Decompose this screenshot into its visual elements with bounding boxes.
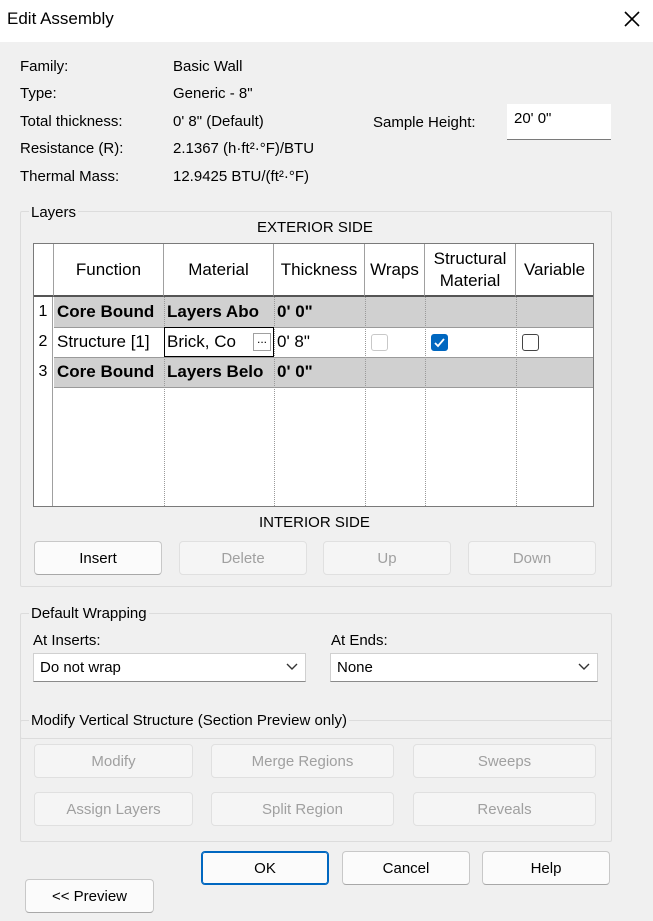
row-number[interactable]: 1	[34, 297, 53, 327]
at-ends-label: At Ends:	[331, 632, 388, 649]
row-2-function[interactable]: Structure [1]	[55, 327, 163, 357]
row-1-thickness[interactable]: 0' 0"	[275, 297, 364, 327]
grid-line	[365, 297, 366, 506]
close-icon[interactable]	[621, 8, 643, 30]
grid-line	[425, 297, 426, 506]
reveals-button[interactable]: Reveals	[413, 792, 596, 826]
thermal-mass-value: 12.9425 BTU/(ft²·°F)	[173, 168, 310, 185]
exterior-side-label: EXTERIOR SIDE	[257, 219, 373, 236]
type-label: Type:	[20, 85, 57, 102]
total-thickness-label: Total thickness:	[20, 113, 123, 130]
insert-button[interactable]: Insert	[34, 541, 162, 575]
vertical-structure-title: Modify Vertical Structure (Section Previ…	[29, 712, 349, 729]
col-header-wraps[interactable]: Wraps	[365, 244, 425, 297]
chevron-down-icon	[578, 663, 590, 670]
merge-regions-button[interactable]: Merge Regions	[211, 744, 394, 778]
down-button[interactable]: Down	[468, 541, 596, 575]
row-2-variable-checkbox[interactable]	[522, 334, 539, 351]
row-2-structural-checkbox[interactable]	[431, 334, 448, 351]
window-title: Edit Assembly	[7, 9, 114, 28]
row-number[interactable]: 3	[34, 357, 53, 387]
row-2-thickness[interactable]: 0' 8"	[275, 327, 364, 357]
family-label: Family:	[20, 58, 69, 75]
at-ends-value: None	[337, 659, 373, 676]
at-inserts-value: Do not wrap	[40, 659, 121, 676]
resistance-label: Resistance (R):	[20, 140, 124, 157]
sample-height-label: Sample Height:	[373, 114, 476, 131]
assign-layers-button[interactable]: Assign Layers	[34, 792, 193, 826]
dialog-body: Family: Basic Wall Type: Generic - 8" To…	[0, 42, 653, 921]
row-3-function[interactable]: Core Bound	[55, 357, 163, 387]
grid-corner	[34, 244, 54, 297]
row-2-material: Brick, Co	[167, 332, 236, 351]
delete-button[interactable]: Delete	[179, 541, 307, 575]
checkmark-icon	[434, 338, 445, 348]
preview-button[interactable]: << Preview	[25, 879, 154, 913]
row-2-wraps-checkbox[interactable]	[371, 334, 388, 351]
default-wrapping-title: Default Wrapping	[29, 605, 149, 622]
row-1-material[interactable]: Layers Abo	[165, 297, 273, 327]
row-header-empty	[34, 387, 53, 506]
row-3-material[interactable]: Layers Belo	[165, 357, 273, 387]
row-1-function[interactable]: Core Bound	[55, 297, 163, 327]
at-inserts-label: At Inserts:	[33, 632, 101, 649]
material-browse-button[interactable]: ...	[253, 333, 271, 351]
at-ends-select[interactable]: None	[330, 653, 598, 682]
ok-button[interactable]: OK	[201, 851, 329, 885]
title-bar: Edit Assembly	[0, 0, 653, 42]
up-button[interactable]: Up	[323, 541, 451, 575]
col-header-structural-material[interactable]: Structural Material	[425, 244, 516, 297]
col-header-function[interactable]: Function	[54, 244, 164, 297]
col-header-material[interactable]: Material	[164, 244, 274, 297]
interior-side-label: INTERIOR SIDE	[259, 514, 370, 531]
col-header-variable[interactable]: Variable	[516, 244, 593, 297]
modify-button[interactable]: Modify	[34, 744, 193, 778]
col-header-structural-line2: Material	[439, 270, 501, 290]
split-region-button[interactable]: Split Region	[211, 792, 394, 826]
cancel-button[interactable]: Cancel	[342, 851, 470, 885]
layers-grid: Function Material Thickness Wraps Struct…	[33, 243, 594, 507]
grid-line	[516, 297, 517, 506]
thermal-mass-label: Thermal Mass:	[20, 168, 120, 185]
sample-height-input[interactable]: 20' 0"	[507, 104, 611, 140]
col-header-thickness[interactable]: Thickness	[274, 244, 365, 297]
total-thickness-value: 0' 8" (Default)	[173, 113, 264, 130]
grid-line	[54, 387, 593, 388]
layers-group-title: Layers	[29, 204, 79, 221]
row-3-thickness[interactable]: 0' 0"	[275, 357, 364, 387]
sweeps-button[interactable]: Sweeps	[413, 744, 596, 778]
resistance-value: 2.1367 (h·ft²·°F)/BTU	[173, 140, 315, 157]
row-number[interactable]: 2	[34, 327, 53, 357]
col-header-structural-line1: Structural	[433, 248, 507, 268]
family-value: Basic Wall	[173, 58, 243, 75]
help-button[interactable]: Help	[482, 851, 610, 885]
type-value: Generic - 8"	[173, 85, 253, 102]
at-inserts-select[interactable]: Do not wrap	[33, 653, 306, 682]
chevron-down-icon	[286, 663, 298, 670]
